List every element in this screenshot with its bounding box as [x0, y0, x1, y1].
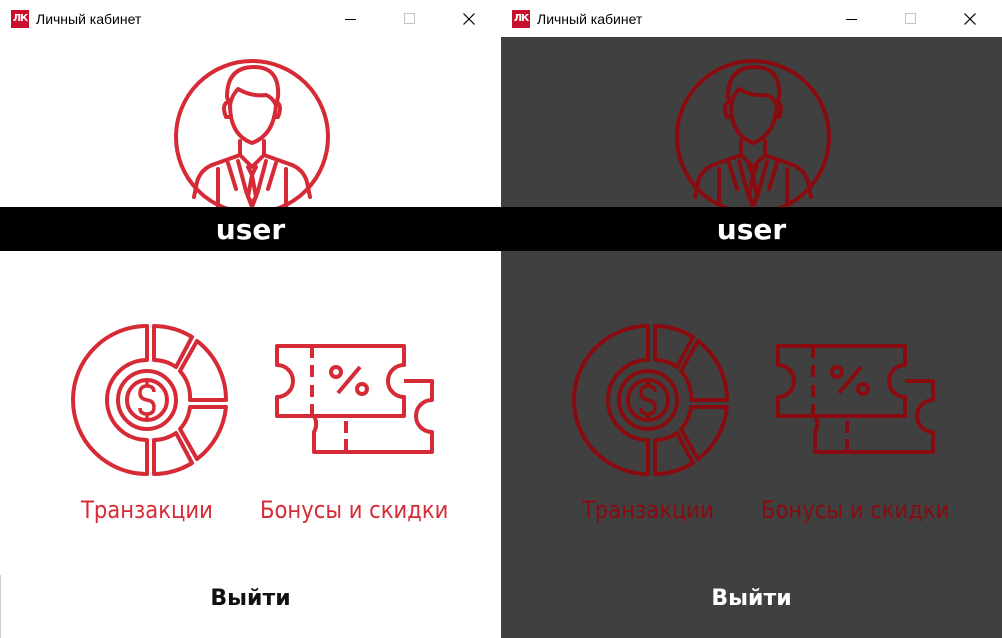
coupon-icon[interactable]	[274, 343, 436, 458]
close-button[interactable]	[446, 0, 492, 37]
username: user	[215, 212, 286, 246]
minimize-icon	[846, 18, 857, 20]
close-icon	[463, 12, 475, 25]
logout-button[interactable]: Выйти	[0, 578, 501, 618]
transactions-icon[interactable]	[70, 323, 228, 477]
coupon-icon[interactable]	[775, 343, 937, 458]
close-button[interactable]	[947, 0, 993, 37]
minimize-button[interactable]	[328, 0, 374, 37]
transactions-icon[interactable]	[571, 323, 729, 477]
logout-label: Выйти	[210, 585, 291, 611]
username: user	[716, 212, 787, 246]
maximize-button[interactable]	[387, 0, 433, 37]
maximize-icon	[905, 12, 916, 24]
window-title: Личный кабинет	[36, 10, 142, 27]
transactions-link[interactable]: Транзакции	[582, 496, 714, 524]
minimize-icon	[345, 18, 356, 20]
window-title: Личный кабинет	[537, 10, 643, 27]
profile-window-light: ЛК Личный кабинет user Транзакции Бонусы…	[0, 0, 501, 638]
close-icon	[964, 12, 976, 25]
profile-window-dark: ЛК Личный кабинет user Транзакции Бонусы…	[501, 0, 1002, 638]
user-avatar-icon	[174, 59, 330, 215]
app-logo-icon: ЛК	[11, 9, 29, 28]
user-avatar-icon	[675, 59, 831, 215]
maximize-icon	[404, 12, 415, 24]
bonuses-link[interactable]: Бонусы и скидки	[260, 496, 448, 524]
username-band: user	[0, 207, 501, 251]
username-band: user	[501, 207, 1002, 251]
bonuses-link[interactable]: Бонусы и скидки	[761, 496, 949, 524]
app-logo-icon: ЛК	[512, 9, 530, 28]
title-bar[interactable]: ЛК Личный кабинет	[501, 0, 1002, 37]
maximize-button[interactable]	[888, 0, 934, 37]
title-bar[interactable]: ЛК Личный кабинет	[0, 0, 501, 37]
screen: ЛК Личный кабинет user Транзакции Бонусы…	[0, 0, 1002, 638]
logout-label: Выйти	[711, 585, 792, 611]
minimize-button[interactable]	[829, 0, 875, 37]
logout-button[interactable]: Выйти	[501, 578, 1002, 618]
transactions-link[interactable]: Транзакции	[81, 496, 213, 524]
